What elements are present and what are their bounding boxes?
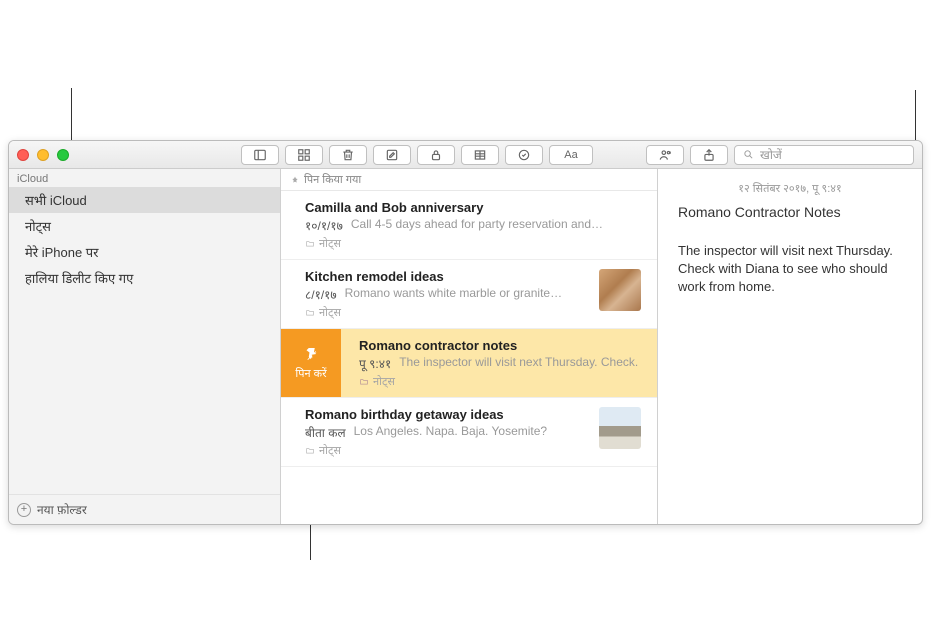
note-row[interactable]: Camilla and Bob anniversary १०/१/१७ Call… [281, 191, 657, 260]
note-snippet: Call 4-5 days ahead for party reservatio… [351, 217, 603, 234]
format-button[interactable]: Aa [549, 145, 593, 165]
search-input[interactable]: खोजें [734, 145, 914, 165]
grid-view-button[interactable] [285, 145, 323, 165]
note-folder-name: नोट्स [319, 305, 341, 320]
fullscreen-window-button[interactable] [57, 149, 69, 161]
note-row[interactable]: Romano birthday getaway ideas बीता कल Lo… [281, 398, 657, 467]
note-date: १०/१/१७ [305, 217, 343, 234]
note-title: Romano birthday getaway ideas [305, 407, 591, 422]
close-window-button[interactable] [17, 149, 29, 161]
search-icon [743, 149, 754, 160]
note-detail-title: Romano Contractor Notes [678, 204, 902, 220]
new-folder-button[interactable]: + नया फ़ोल्डर [9, 494, 280, 524]
note-title: Romano contractor notes [359, 338, 641, 353]
share-button[interactable] [690, 145, 728, 165]
table-button[interactable] [461, 145, 499, 165]
note-folder-name: नोट्स [373, 374, 395, 389]
folder-icon [359, 377, 369, 386]
plus-circle-icon: + [17, 503, 31, 517]
note-detail-body[interactable]: The inspector will visit next Thursday. … [678, 242, 902, 297]
sidebar-item-all-icloud[interactable]: सभी iCloud [9, 187, 280, 213]
note-row[interactable]: Kitchen remodel ideas ८/१/१७ Romano want… [281, 260, 657, 329]
search-placeholder: खोजें [760, 146, 782, 163]
note-snippet: Romano wants white marble or granite… [345, 286, 562, 303]
checklist-button[interactable] [505, 145, 543, 165]
pin-icon [291, 175, 299, 185]
note-folder-name: नोट्स [319, 443, 341, 458]
sidebar: iCloud सभी iCloud नोट्स मेरे iPhone पर ह… [9, 169, 281, 524]
sidebar-section-header: iCloud [9, 169, 280, 187]
note-row-selected[interactable]: पिन करें Romano contractor notes पू ९:४१… [281, 329, 657, 398]
sidebar-item-notes[interactable]: नोट्स [9, 213, 280, 239]
folder-icon [305, 239, 315, 248]
note-detail-date: १२ सितंबर २०१७, पू ९:४१ [678, 181, 902, 196]
note-snippet: The inspector will visit next Thursday. … [399, 355, 638, 372]
note-thumbnail [599, 269, 641, 311]
note-title: Camilla and Bob anniversary [305, 200, 641, 215]
lock-button[interactable] [417, 145, 455, 165]
titlebar: Aa खोजें [9, 141, 922, 169]
note-detail: १२ सितंबर २०१७, पू ९:४१ Romano Contracto… [658, 169, 922, 524]
new-note-button[interactable] [373, 145, 411, 165]
folder-icon [305, 308, 315, 317]
notes-list: पिन किया गया Camilla and Bob anniversary… [281, 169, 658, 524]
folder-icon [305, 446, 315, 455]
note-date: बीता कल [305, 424, 346, 441]
note-folder-name: नोट्स [319, 236, 341, 251]
sidebar-item-recently-deleted[interactable]: हालिया डिलीट किए गए [9, 265, 280, 291]
note-snippet: Los Angeles. Napa. Baja. Yosemite? [354, 424, 547, 441]
traffic-lights [17, 149, 69, 161]
note-date: पू ९:४१ [359, 355, 391, 372]
note-title: Kitchen remodel ideas [305, 269, 591, 284]
collaborate-button[interactable] [646, 145, 684, 165]
pin-icon [302, 345, 320, 363]
list-section-header: पिन किया गया [281, 169, 657, 191]
minimize-window-button[interactable] [37, 149, 49, 161]
pin-swipe-label: पिन करें [295, 366, 326, 381]
new-folder-label: नया फ़ोल्डर [37, 501, 87, 518]
note-date: ८/१/१७ [305, 286, 337, 303]
delete-button[interactable] [329, 145, 367, 165]
pin-swipe-action[interactable]: पिन करें [281, 329, 341, 397]
note-thumbnail [599, 407, 641, 449]
sidebar-item-on-my-iphone[interactable]: मेरे iPhone पर [9, 239, 280, 265]
notes-window: Aa खोजें iCloud सभी iCloud नोट्स मेरे iP… [8, 140, 923, 525]
list-view-button[interactable] [241, 145, 279, 165]
